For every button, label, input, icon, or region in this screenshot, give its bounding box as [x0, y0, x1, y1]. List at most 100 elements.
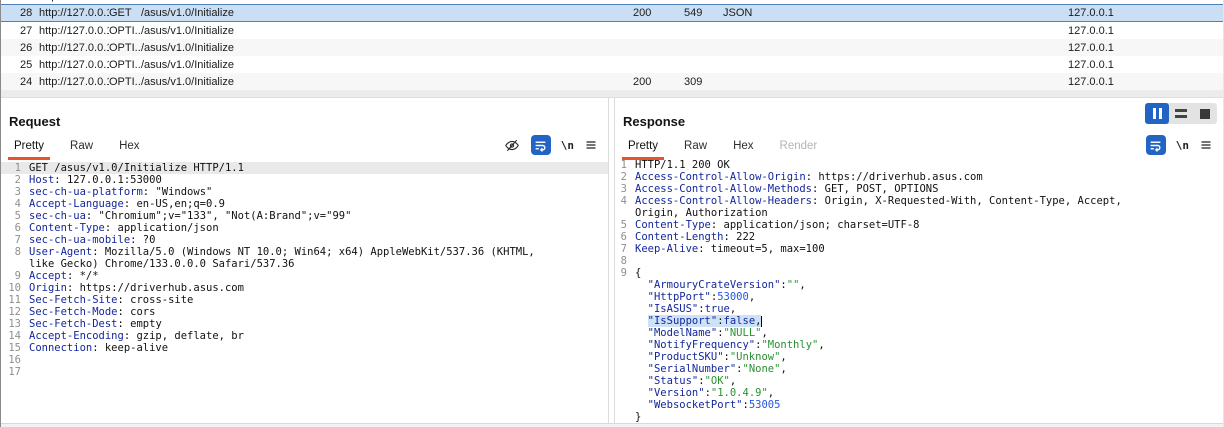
cell-host: http://127.0.0.1:53... [39, 7, 109, 19]
message-editor-panes: Request PrettyRawHex \n [1, 98, 1223, 423]
cell-host: http://127.0.0.1:53... [39, 76, 109, 88]
response-editor[interactable]: 1HTTP/1.1 200 OK2Access-Control-Allow-Or… [615, 160, 1223, 423]
tab-render[interactable]: Render [774, 136, 824, 160]
line-number [615, 327, 627, 339]
line-number [615, 399, 627, 411]
code-line: 11Sec-Fetch-Site: cross-site [1, 294, 608, 306]
bottom-strip [1, 423, 1223, 427]
cell-status: 200 [633, 7, 684, 19]
code-line: 7sec-ch-ua-mobile: ?0 [1, 234, 608, 246]
code-line: 16 [1, 354, 608, 366]
burp-proxy-http-history-view: { "colors": { "accent_orange": "#e8532c"… [0, 0, 1224, 427]
cell-method: GET [109, 7, 141, 19]
cell-host: http://127.0.0.1:53... [39, 59, 109, 71]
cell-id: 27 [1, 25, 39, 37]
wrap-icon[interactable] [531, 135, 551, 155]
code-line: like Gecko) Chrome/133.0.0.0 Safari/537.… [1, 258, 608, 270]
request-toolbar: \n [503, 135, 598, 155]
cell-method: OPTI... [109, 25, 141, 37]
line-number [615, 315, 627, 327]
hide-icon[interactable] [503, 138, 521, 153]
cell-url: /asus/v1.0/Initialize [141, 59, 633, 71]
columns-layout-icon[interactable] [1145, 103, 1169, 124]
code-line: "WebsocketPort":53005 [615, 399, 1223, 411]
code-line: "SerialNumber":"None", [615, 363, 1223, 375]
cell-host: http://127.0.0.1:53... [39, 25, 109, 37]
code-line: 1GET /asus/v1.0/Initialize HTTP/1.1 [1, 162, 608, 174]
code-line: Origin, Authorization [615, 207, 1223, 219]
line-number: 6 [1, 222, 21, 234]
history-row[interactable]: 24http://127.0.0.1:53...OPTI.../asus/v1.… [1, 73, 1223, 90]
newline-icon[interactable]: \n [561, 139, 574, 152]
single-pane-layout-icon[interactable] [1193, 103, 1217, 124]
code-line: 4Accept-Language: en-US,en;q=0.9 [1, 198, 608, 210]
wrap-icon[interactable] [1146, 135, 1166, 155]
code-line: 8 [615, 255, 1223, 267]
line-number [615, 363, 627, 375]
code-line: 5sec-ch-ua: "Chromium";v="133", "Not(A:B… [1, 210, 608, 222]
line-number [615, 207, 627, 219]
cell-method: OPTI... [109, 59, 141, 71]
cell-ip: 127.0.0.1 [1068, 7, 1223, 19]
line-number [1, 258, 21, 270]
code-line: 2Access-Control-Allow-Origin: https://dr… [615, 171, 1223, 183]
code-line: "ProductSKU":"Unknow", [615, 351, 1223, 363]
line-number: 3 [1, 186, 21, 198]
line-number: 1 [615, 160, 627, 171]
code-line: 1HTTP/1.1 200 OK [615, 160, 1223, 171]
tab-hex[interactable]: Hex [727, 136, 759, 160]
code-line: 10Origin: https://driverhub.asus.com [1, 282, 608, 294]
request-editor[interactable]: 1GET /asus/v1.0/Initialize HTTP/1.12Host… [1, 160, 608, 423]
tab-pretty[interactable]: Pretty [8, 136, 50, 160]
code-line: 2Host: 127.0.0.1:53000 [1, 174, 608, 186]
line-number: 8 [615, 255, 627, 267]
cell-mime: JSON [723, 7, 1068, 19]
tab-pretty[interactable]: Pretty [622, 136, 664, 160]
layout-selector [1145, 103, 1217, 124]
line-number: 7 [615, 243, 627, 255]
line-number: 6 [615, 231, 627, 243]
line-number: 11 [1, 294, 21, 306]
tab-raw[interactable]: Raw [64, 136, 99, 160]
cell-id: 25 [1, 59, 39, 71]
response-panel-title: Response [615, 98, 1223, 132]
tab-raw[interactable]: Raw [678, 136, 713, 160]
cell-url: /asus/v1.0/Initialize [141, 25, 633, 37]
code-line: } [615, 411, 1223, 423]
line-number [615, 303, 627, 315]
code-line: 3sec-ch-ua-platform: "Windows" [1, 186, 608, 198]
cell-ip: 127.0.0.1 [1068, 59, 1223, 71]
cell-url: /asus/v1.0/Initialize [141, 7, 633, 19]
code-line: "Version":"1.0.4.9", [615, 387, 1223, 399]
line-number [615, 411, 627, 423]
code-line: 8User-Agent: Mozilla/5.0 (Windows NT 10.… [1, 246, 608, 258]
request-panel: Request PrettyRawHex \n [1, 98, 609, 423]
line-number: 2 [615, 171, 627, 183]
code-line: "Status":"OK", [615, 375, 1223, 387]
history-row[interactable]: 27http://127.0.0.1:53...OPTI.../asus/v1.… [1, 22, 1223, 39]
cell-host: http://127.0.0.1:53... [39, 0, 109, 2]
history-row[interactable]: 25http://127.0.0.1:53...OPTI.../asus/v1.… [1, 56, 1223, 73]
rows-layout-icon[interactable] [1169, 103, 1193, 124]
history-row[interactable]: 28http://127.0.0.1:53...GET/asus/v1.0/In… [1, 4, 1223, 22]
cell-url: /asus/v1.0/Initialize [141, 0, 633, 2]
history-row[interactable]: 26http://127.0.0.1:53...OPTI.../asus/v1.… [1, 39, 1223, 56]
http-history-table[interactable]: http://127.0.0.1:53...OPTI.../asus/v1.0/… [1, 0, 1223, 90]
code-line: 6Content-Length: 222 [615, 231, 1223, 243]
code-line: 3Access-Control-Allow-Methods: GET, POST… [615, 183, 1223, 195]
code-line: 5Content-Type: application/json; charset… [615, 219, 1223, 231]
horizontal-splitter[interactable] [1, 90, 1223, 98]
line-number [615, 339, 627, 351]
line-number: 5 [615, 219, 627, 231]
line-number [615, 291, 627, 303]
newline-icon[interactable]: \n [1176, 139, 1189, 152]
response-toolbar: \n [1146, 135, 1213, 155]
code-line: 6Content-Type: application/json [1, 222, 608, 234]
cell-url: /asus/v1.0/Initialize [141, 42, 633, 54]
code-line: 9Accept: */* [1, 270, 608, 282]
line-number: 17 [1, 366, 21, 378]
menu-icon[interactable] [1199, 139, 1213, 151]
menu-icon[interactable] [584, 139, 598, 151]
tab-hex[interactable]: Hex [113, 136, 145, 160]
cell-url: /asus/v1.0/Initialize [141, 76, 633, 88]
